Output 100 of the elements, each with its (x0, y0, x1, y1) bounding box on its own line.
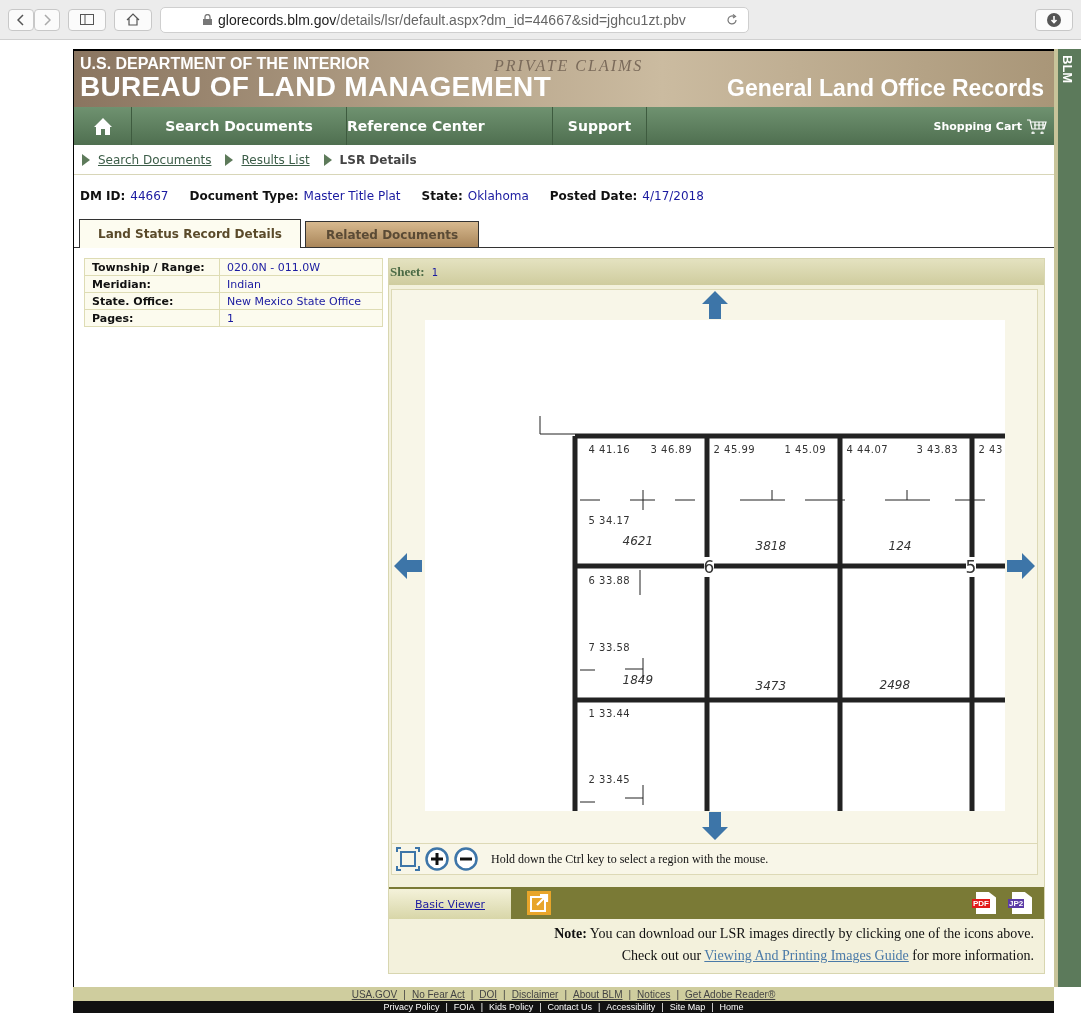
back-button[interactable] (8, 8, 34, 31)
separator: | (598, 1002, 601, 1012)
down-arrow-icon[interactable] (701, 812, 728, 840)
footer-link[interactable]: About BLM (573, 988, 623, 1000)
guide-link[interactable]: Viewing And Printing Images Guide (704, 948, 909, 963)
lot-label: 2 43 (978, 444, 1003, 455)
reload-icon[interactable] (726, 13, 738, 26)
lot-label: 3 43.83 (916, 444, 959, 455)
backdrop-text: PRIVATE CLAIMS (494, 57, 644, 75)
file-download-button[interactable]: JP2 (1008, 892, 1032, 914)
table-cell: State. Office: (84, 292, 220, 310)
lock-icon (203, 14, 212, 25)
guide-text: Check out our Viewing And Printing Images Guide for more information. (620, 947, 1034, 965)
viewer-tab[interactable]: Basic Viewer (389, 889, 511, 919)
select-region-icon[interactable] (396, 847, 420, 871)
acreage-label: 3473 (755, 679, 787, 693)
table-cell: 020.0N - 011.0W (219, 258, 383, 276)
triangle-icon (225, 153, 234, 166)
site-subtitle: General Land Office Records (727, 75, 1044, 102)
forward-icon (43, 13, 51, 26)
separator: | (564, 988, 567, 1000)
download-icon (1047, 12, 1061, 27)
cart-icon (1026, 118, 1048, 134)
left-arrow-icon[interactable] (394, 552, 422, 579)
field-value: Master Title Plat (303, 189, 401, 203)
acreage-label: 124 (888, 539, 912, 553)
acreage-label: 2498 (879, 678, 911, 692)
lot-label: 5 34.17 (588, 515, 631, 526)
separator: | (445, 1002, 448, 1012)
field-value: 4/17/2018 (642, 189, 704, 203)
acreage-label: 3818 (755, 539, 787, 553)
table-cell: Meridian: (84, 275, 220, 293)
lot-label: 4 44.07 (846, 444, 889, 455)
field-label: DM ID: (80, 189, 126, 203)
download-button[interactable] (1035, 8, 1073, 31)
agency-name: U.S. DEPARTMENT OF THE INTERIOR (80, 56, 370, 72)
footer-link[interactable]: No Fear Act (411, 988, 465, 1000)
lot-label: 2 45.99 (713, 444, 756, 455)
field-value: Oklahoma (467, 189, 529, 203)
footer-link[interactable]: Notices (637, 988, 671, 1000)
separator: | (403, 988, 406, 1000)
sheet-number: 1 (431, 266, 439, 278)
footer-link[interactable]: USA.GOV (351, 988, 398, 1000)
footer-link[interactable]: Accessibility (606, 1002, 656, 1012)
nav-item[interactable]: Reference Center (347, 107, 553, 145)
table-cell: Township / Range: (84, 258, 220, 276)
up-arrow-icon[interactable] (701, 291, 728, 319)
table-cell: New Mexico State Office (219, 292, 383, 310)
side-tab[interactable]: BLM (1054, 49, 1081, 987)
sidebar-icon (80, 14, 94, 25)
zoom-in-icon[interactable] (425, 847, 449, 871)
footer-link[interactable]: Disclaimer (511, 988, 559, 1000)
bureau-name: BUREAU OF LAND MANAGEMENT (80, 72, 552, 102)
triangle-icon (82, 153, 90, 166)
footer-link[interactable]: Home (719, 1002, 744, 1012)
acreage-label: 1849 (622, 673, 654, 687)
table-cell: 1 (219, 309, 383, 327)
field-label: State: (421, 189, 463, 203)
file-download-button[interactable]: PDF (972, 892, 996, 914)
nav-item[interactable]: Search Documents (132, 107, 347, 145)
footer-link[interactable]: Privacy Policy (383, 1002, 440, 1012)
section-number: 6 (703, 557, 715, 577)
breadcrumb-link[interactable]: Results List (241, 152, 310, 167)
lot-label: 1 33.44 (588, 708, 631, 719)
footer-link[interactable]: Site Map (669, 1002, 706, 1012)
home-button[interactable] (114, 8, 152, 31)
footer-link[interactable]: Kids Policy (489, 1002, 534, 1012)
lot-label: 2 33.45 (588, 774, 631, 785)
shopping-cart-link[interactable]: Shopping Cart (933, 107, 1054, 145)
triangle-icon (323, 153, 332, 166)
tab[interactable]: Related Documents (305, 221, 479, 247)
hint-text: Hold down the Ctrl key to select a region with the mouse. (491, 851, 769, 867)
table-cell: Pages: (84, 309, 220, 327)
zoom-out-icon[interactable] (454, 847, 478, 871)
home-icon (92, 116, 113, 136)
note-text: Note: You can download our LSR images directly by clicking one of the icons above. (553, 925, 1034, 943)
field-label: Document Type: (189, 189, 299, 203)
footer-link[interactable]: Get Adobe Reader® (685, 988, 776, 1000)
footer-link[interactable]: DOI (479, 988, 498, 1000)
field-label: Posted Date: (549, 189, 638, 203)
separator: | (470, 988, 474, 1000)
lot-label: 6 33.88 (588, 575, 631, 586)
sidebar-button[interactable] (68, 8, 106, 31)
table-cell: Indian (219, 275, 383, 293)
footer-link[interactable]: Contact Us (547, 1002, 592, 1012)
address-field[interactable]: glorecords.blm.gov/details/lsr/default.aspx?dm_id=44667&sid=jghcu1zt.pbv (160, 6, 749, 33)
right-arrow-icon[interactable] (1007, 552, 1035, 579)
nav-item[interactable]: Support (553, 107, 647, 145)
lot-label: 3 46.89 (650, 444, 693, 455)
separator: | (503, 988, 506, 1000)
separator: | (711, 1002, 714, 1012)
separator: | (480, 1002, 484, 1012)
sheet-label: Sheet: (390, 264, 425, 280)
tab[interactable]: Land Status Record Details (79, 219, 301, 248)
field-value: 44667 (130, 189, 169, 203)
footer-link[interactable]: FOIA (453, 1002, 475, 1012)
section-number: 5 (965, 557, 977, 577)
back-icon (17, 13, 25, 26)
breadcrumb-link[interactable]: Search Documents (98, 152, 212, 167)
acreage-label: 4621 (622, 534, 654, 548)
